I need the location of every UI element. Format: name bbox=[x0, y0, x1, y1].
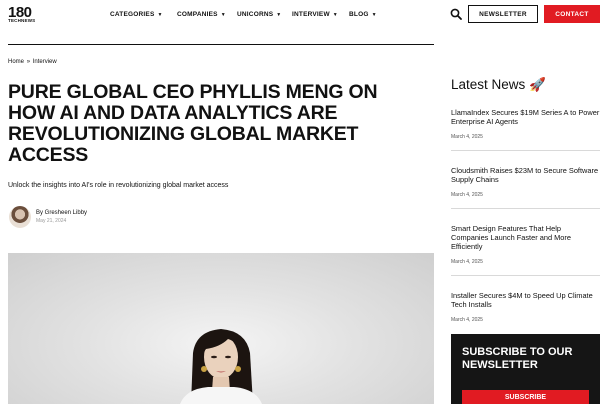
contact-button[interactable]: CONTACT bbox=[544, 5, 600, 23]
news-item[interactable]: Cloudsmith Raises $23M to Secure Softwar… bbox=[451, 166, 600, 198]
caret-down-icon: ▼ bbox=[157, 12, 163, 18]
news-divider bbox=[451, 275, 600, 276]
caret-down-icon: ▼ bbox=[371, 12, 377, 18]
news-date: March 4, 2025 bbox=[451, 259, 483, 265]
news-headline[interactable]: Smart Design Features That Help Companie… bbox=[451, 224, 600, 251]
news-headline[interactable]: Cloudsmith Raises $23M to Secure Softwar… bbox=[451, 166, 600, 184]
subscribe-button[interactable]: SUBSCRIBE bbox=[462, 390, 589, 404]
caret-down-icon: ▼ bbox=[220, 12, 226, 18]
nav-companies[interactable]: COMPANIES ▼ bbox=[177, 11, 226, 18]
header-divider bbox=[8, 44, 434, 45]
article-subtitle: Unlock the insights into AI's role in re… bbox=[8, 182, 229, 189]
author-name[interactable]: By Gresheen Libby bbox=[36, 210, 87, 216]
nav-blog[interactable]: BLOG ▼ bbox=[349, 11, 377, 18]
site-logo[interactable]: 180 TECHNEWS bbox=[8, 5, 35, 24]
nav-unicorns[interactable]: UNICORNS ▼ bbox=[237, 11, 281, 18]
search-icon[interactable] bbox=[450, 8, 462, 20]
logo-sub: TECHNEWS bbox=[8, 18, 36, 23]
nav-interview[interactable]: INTERVIEW ▼ bbox=[292, 11, 338, 18]
news-item[interactable]: Smart Design Features That Help Companie… bbox=[451, 224, 600, 265]
news-date: March 4, 2025 bbox=[451, 317, 483, 323]
news-date: March 4, 2025 bbox=[451, 192, 483, 198]
news-divider bbox=[451, 208, 600, 209]
caret-down-icon: ▼ bbox=[276, 12, 282, 18]
newsletter-button[interactable]: NEWSLETTER bbox=[468, 5, 538, 23]
breadcrumb-home[interactable]: Home bbox=[8, 59, 24, 65]
article-title: PURE GLOBAL CEO PHYLLIS MENG ON HOW AI A… bbox=[8, 81, 378, 166]
latest-news-title: Latest News 🚀 bbox=[451, 77, 546, 92]
author-avatar[interactable] bbox=[9, 206, 31, 228]
article-date: May 21, 2024 bbox=[36, 218, 67, 224]
caret-down-icon: ▼ bbox=[332, 12, 338, 18]
news-headline[interactable]: Installer Secures $4M to Speed Up Climat… bbox=[451, 291, 600, 309]
nav-categories[interactable]: CATEGORIES ▼ bbox=[110, 11, 163, 18]
news-item[interactable]: Installer Secures $4M to Speed Up Climat… bbox=[451, 291, 600, 323]
breadcrumb-separator: » bbox=[26, 59, 31, 65]
news-item[interactable]: LlamaIndex Secures $19M Series A to Powe… bbox=[451, 108, 600, 140]
news-headline[interactable]: LlamaIndex Secures $19M Series A to Powe… bbox=[451, 108, 600, 126]
site-header: 180 TECHNEWS CATEGORIES ▼ COMPANIES ▼ UNIC… bbox=[0, 0, 608, 32]
news-date: March 4, 2025 bbox=[451, 134, 483, 140]
breadcrumb-current[interactable]: Interview bbox=[33, 59, 57, 65]
newsletter-signup-box: SUBSCRIBE TO OUR NEWSLETTER SUBSCRIBE bbox=[451, 334, 600, 404]
subscribe-title: SUBSCRIBE TO OUR NEWSLETTER bbox=[462, 346, 573, 371]
breadcrumb: Home » Interview bbox=[8, 59, 57, 65]
news-divider bbox=[451, 150, 600, 151]
hero-image bbox=[8, 253, 434, 404]
portrait-illustration bbox=[180, 329, 262, 404]
